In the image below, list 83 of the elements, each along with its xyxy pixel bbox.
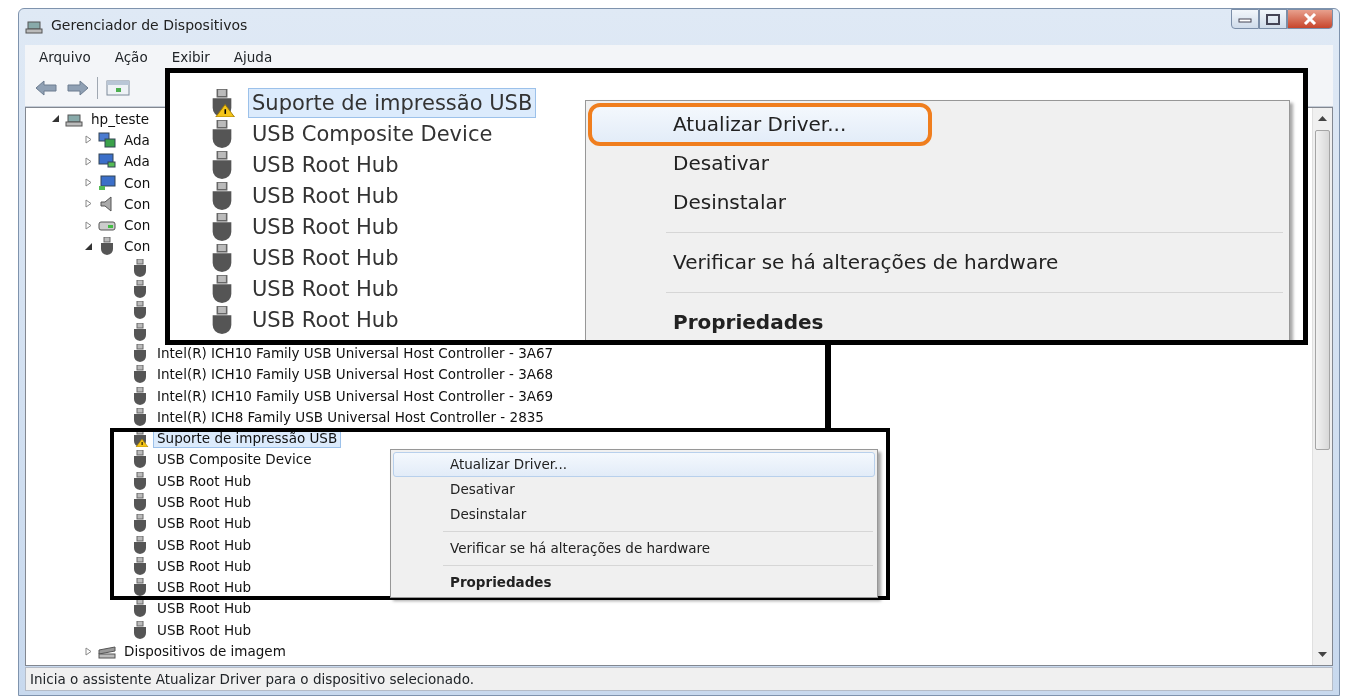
tree-item[interactable]: USB Root Hub (153, 492, 256, 512)
usb-plug-icon (131, 343, 149, 362)
menu-item[interactable]: Propriedades (393, 570, 875, 595)
network-icon (98, 130, 116, 149)
usb-plug-icon (131, 407, 149, 426)
menu-item[interactable]: Exibir (169, 46, 212, 68)
tree-item[interactable]: USB Root Hub (153, 555, 256, 576)
maximize-button[interactable] (1259, 9, 1287, 29)
tree-item[interactable]: USB Root Hub (153, 534, 256, 555)
tree-item[interactable]: Con (120, 172, 155, 193)
menu-item[interactable]: Verificar se há alterações de hardware (590, 243, 1285, 282)
usb-plug-icon (131, 599, 149, 618)
maximize-icon (1266, 13, 1280, 25)
tree-item[interactable]: USB Root Hub (248, 211, 403, 242)
menu-item[interactable]: Desinstalar (393, 502, 875, 527)
usb-plug-icon (131, 578, 149, 597)
tree-item[interactable]: USB Composite Device (248, 118, 497, 149)
tree-item[interactable]: hp_teste (87, 108, 154, 129)
usb-plug-icon (131, 365, 149, 384)
tree-item[interactable]: USB Root Hub (153, 598, 256, 619)
menu-item[interactable]: Ajuda (231, 46, 275, 68)
expand-arrow-icon[interactable] (83, 199, 93, 209)
expand-arrow-icon[interactable] (83, 178, 93, 188)
tree-item[interactable]: Suporte de impressão USB (248, 87, 537, 118)
tree-item[interactable]: USB Root Hub (153, 577, 256, 598)
usb-plug-icon (131, 556, 149, 575)
usb-plug-icon (131, 620, 149, 639)
window-title: Gerenciador de Dispositivos (51, 15, 248, 35)
menu-item[interactable]: Atualizar Driver... (393, 452, 875, 477)
expand-arrow-icon[interactable] (83, 135, 93, 145)
tree-item[interactable]: Intel(R) ICH10 Family USB Universal Host Controller - 3A68 (153, 364, 558, 385)
usb-plug-icon (131, 493, 149, 511)
usb-plug-icon (98, 237, 116, 256)
usb-plug-icon (131, 386, 149, 405)
tree-item[interactable]: USB Root Hub (153, 619, 256, 640)
tree-item[interactable]: USB Composite Device (153, 449, 316, 470)
minimize-icon (1238, 15, 1252, 23)
tree-item[interactable]: Con (120, 193, 155, 214)
tree-item[interactable]: Ada (120, 151, 154, 172)
usb-plug-icon (131, 514, 149, 533)
tree-item[interactable]: USB Root Hub (248, 242, 403, 273)
tree-item[interactable]: USB Root Hub (248, 304, 403, 335)
tree-item[interactable]: Con (120, 236, 155, 257)
menu-item[interactable]: Verificar se há alterações de hardware (393, 536, 875, 561)
tree-item[interactable]: Ada (120, 129, 154, 150)
tree-item[interactable]: USB Root Hub (153, 513, 256, 534)
menu-item[interactable]: Ação (112, 46, 150, 68)
forward-button[interactable] (65, 77, 91, 98)
menu-item[interactable]: Propriedades (590, 303, 1285, 340)
tree-item[interactable]: Intel(R) ICH10 Family USB Universal Host Controller - 3A69 (153, 385, 558, 406)
usb-plug-icon (131, 471, 149, 490)
tree-item[interactable]: Dispositivos de imagem (120, 641, 290, 662)
collapse-arrow-icon[interactable] (50, 114, 60, 124)
close-icon (1303, 13, 1317, 25)
status-text: Inicia o assistente Atualizar Driver para o dispositivo selecionado. (30, 669, 474, 689)
tree-item[interactable]: USB Root Hub (153, 470, 256, 491)
monitor-icon (98, 173, 116, 192)
scroll-up-icon[interactable] (1318, 115, 1327, 121)
menu-item[interactable]: Arquivo (37, 46, 93, 68)
window-icon (106, 78, 130, 97)
menu-item[interactable]: Desativar (590, 144, 1285, 183)
back-arrow-icon (35, 79, 57, 96)
back-button[interactable] (33, 77, 59, 98)
menu-item[interactable]: Atualizar Driver... (590, 105, 930, 144)
tree-item[interactable]: USB Root Hub (248, 273, 403, 304)
forward-arrow-icon (67, 79, 89, 96)
tree-item[interactable]: Intel(R) ICH8 Family USB Universal Host Controller - 2835 (153, 406, 548, 427)
close-button[interactable] (1287, 9, 1333, 29)
usb-plug-icon (131, 535, 149, 554)
scrollbar-thumb[interactable] (1315, 130, 1330, 450)
menu-item[interactable]: Desinstalar (590, 183, 1285, 222)
scroll-down-icon[interactable] (1318, 652, 1327, 658)
tree-item[interactable]: USB Root Hub (248, 149, 403, 180)
usb-plug-icon (131, 450, 149, 469)
expand-arrow-icon[interactable] (83, 646, 93, 656)
collapse-arrow-icon[interactable] (83, 241, 93, 251)
tree-item[interactable]: Intel(R) ICH10 Family USB Universal Host Controller - 3A67 (153, 342, 558, 363)
expand-arrow-icon[interactable] (83, 220, 93, 230)
monitor-icon (98, 152, 116, 171)
expand-arrow-icon[interactable] (83, 156, 93, 166)
tree-item[interactable]: Con (120, 215, 155, 236)
tree-item[interactable]: USB Root Hub (248, 180, 403, 211)
menu-item[interactable]: Desativar (393, 477, 875, 502)
